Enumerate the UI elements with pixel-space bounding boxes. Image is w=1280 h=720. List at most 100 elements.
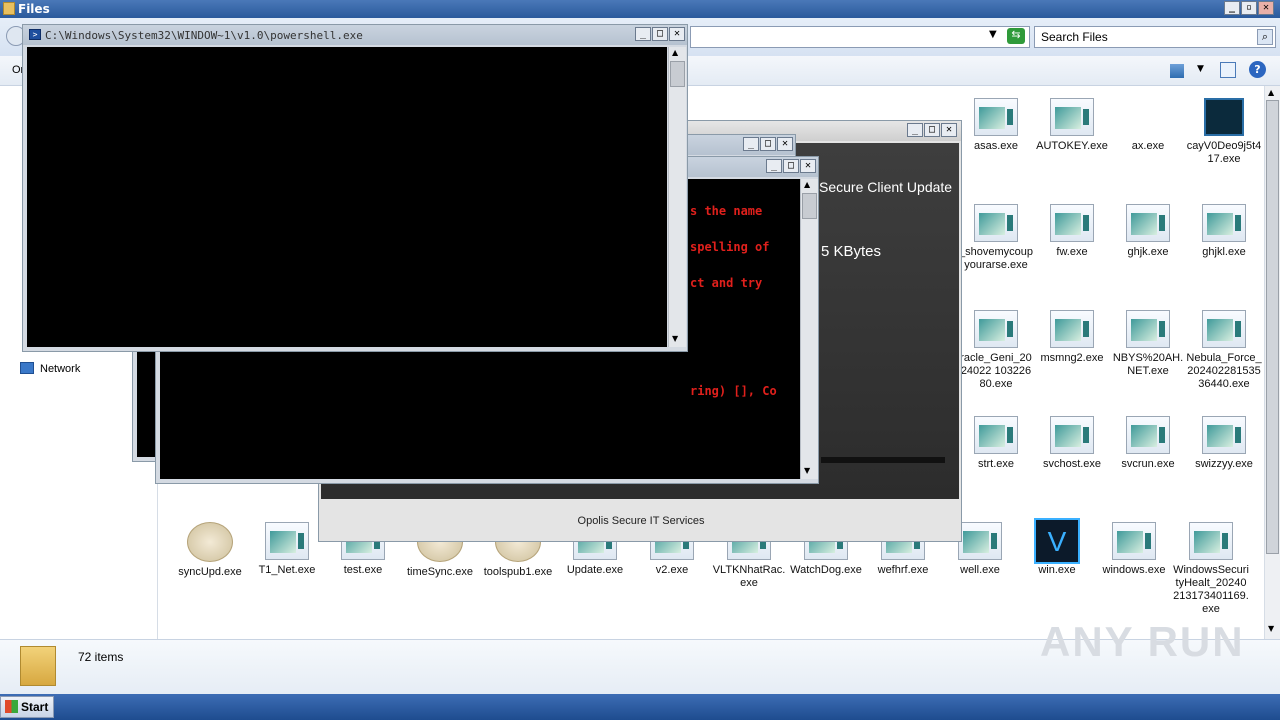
scroll-up-icon[interactable]: ▲ [804,180,810,189]
exe-file-icon [974,204,1018,242]
file-name: msmng2.exe [1040,352,1104,364]
start-button[interactable]: Start [0,696,54,718]
chevron-down-icon[interactable]: ▼ [1197,64,1204,74]
powershell-scrollbar[interactable]: ▲ ▼ [668,47,686,347]
file-name: ax.exe [1131,140,1165,152]
powershell-icon: > [29,29,41,40]
file-name: cayV0Deo9j5t417.exe [1186,140,1262,165]
console-scrollbar[interactable]: ▲ ▼ [800,179,818,479]
progress-bar [821,457,945,463]
close-button[interactable]: ✕ [777,137,793,151]
file-name: NBYS%20AH.NET.exe [1112,352,1184,377]
file-name: test.exe [343,564,383,576]
network-icon [20,362,34,374]
close-button[interactable]: ✕ [1258,1,1274,15]
file-name: VLTKNhatRac.exe [712,564,786,589]
restore-button[interactable]: ▫ [1241,1,1257,15]
chevron-down-icon[interactable]: ▼ [989,29,997,40]
view-options-icon[interactable] [1170,64,1184,78]
exe-file-icon [1202,204,1246,242]
close-button[interactable]: ✕ [941,123,957,137]
maximize-button[interactable]: □ [760,137,776,151]
exe-file-icon [1202,310,1246,348]
file-name: WatchDog.exe [790,564,862,576]
file-name: timeSync.exe [406,566,474,578]
windows-logo-icon [5,700,18,713]
file-item[interactable]: Nebula_Force_20240228153536440.exe [1186,310,1262,391]
exe-file-icon [1050,204,1094,242]
folder-icon [20,646,56,686]
exe-file-icon [1202,416,1246,454]
close-button[interactable]: ✕ [669,27,685,41]
file-name: wefhrf.exe [877,564,929,576]
powershell-titlebar[interactable]: > C:\Windows\System32\WINDOW~1\v1.0\powe… [23,25,687,45]
blank-file-icon [1110,98,1186,140]
exe-file-icon [1126,416,1170,454]
exe-file-icon [265,522,309,560]
file-name: strt.exe [977,458,1015,470]
speech-bubble-icon [187,522,233,562]
file-item[interactable]: T1_Net.exe [249,522,325,577]
exe-file-icon [974,416,1018,454]
file-name: syncUpd.exe [178,566,242,578]
file-name: T1_Net.exe [258,564,316,576]
maximize-button[interactable]: □ [783,159,799,173]
file-item[interactable]: msmng2.exe [1034,310,1110,365]
file-item[interactable]: NBYS%20AH.NET.exe [1110,310,1186,378]
file-item[interactable]: asas.exe [958,98,1034,153]
exe-file-icon [1126,310,1170,348]
file-item[interactable]: ax.exe [1110,98,1186,153]
search-input[interactable]: Search Files ⌕ [1034,26,1276,48]
powershell-console[interactable] [27,47,667,347]
minimize-button[interactable]: _ [1224,1,1240,15]
vertical-scrollbar[interactable]: ▲ ▼ [1264,86,1280,639]
scroll-down-icon[interactable]: ▼ [804,466,810,475]
minimize-button[interactable]: _ [766,159,782,173]
file-item[interactable]: swizzyy.exe [1186,416,1262,471]
file-item[interactable]: Vwin.exe [1019,518,1095,577]
address-bar[interactable]: ▼ ⇆ [690,26,1030,48]
file-item[interactable]: ghjk.exe [1110,204,1186,259]
maximize-button[interactable]: □ [924,123,940,137]
file-item[interactable]: racle_Geni_2024022 10322680.exe [958,310,1034,391]
file-item[interactable]: syncUpd.exe [172,522,248,579]
scroll-thumb[interactable] [670,61,685,87]
minimize-button[interactable]: _ [635,27,651,41]
file-item[interactable]: strt.exe [958,416,1034,471]
file-item[interactable]: windows.exe [1096,522,1172,577]
maximize-button[interactable]: □ [652,27,668,41]
file-item[interactable]: _shovemycoupyourarse.exe [958,204,1034,272]
file-name: ghjk.exe [1127,246,1169,258]
scroll-up-icon[interactable]: ▲ [1268,88,1274,97]
file-item[interactable]: fw.exe [1034,204,1110,259]
scroll-thumb[interactable] [802,193,817,219]
scroll-thumb[interactable] [1266,100,1279,554]
exe-file-icon [1126,204,1170,242]
nav-item-network[interactable]: Network [40,363,80,375]
exe-file-icon [1112,522,1156,560]
minimize-button[interactable]: _ [743,137,759,151]
file-name: svchost.exe [1042,458,1102,470]
close-button[interactable]: ✕ [800,159,816,173]
file-name: swizzyy.exe [1195,458,1253,470]
file-item[interactable]: ghjkl.exe [1186,204,1262,259]
scroll-down-icon[interactable]: ▼ [1268,624,1274,633]
opolis-footer: Opolis Secure IT Services [577,515,705,527]
powershell-window[interactable]: > C:\Windows\System32\WINDOW~1\v1.0\powe… [22,24,688,352]
search-icon[interactable]: ⌕ [1257,29,1273,45]
minimize-button[interactable]: _ [907,123,923,137]
scroll-up-icon[interactable]: ▲ [672,48,678,57]
file-item[interactable]: cayV0Deo9j5t417.exe [1186,98,1262,166]
refresh-icon[interactable]: ⇆ [1007,28,1025,44]
file-name: well.exe [960,564,1000,576]
preview-pane-icon[interactable] [1220,62,1236,78]
file-item[interactable]: svchost.exe [1034,416,1110,471]
file-item[interactable]: AUTOKEY.exe [1034,98,1110,153]
file-name: Nebula_Force_20240228153536440.exe [1186,352,1262,390]
scroll-down-icon[interactable]: ▼ [672,334,678,343]
file-item[interactable]: svcrun.exe [1110,416,1186,471]
file-item[interactable]: WindowsSecurityHealt_20240213173401169.e… [1173,522,1249,616]
file-name: windows.exe [1102,564,1166,576]
help-icon[interactable]: ? [1249,61,1266,78]
explorer-titlebar[interactable]: Files _ ▫ ✕ [0,0,1280,18]
